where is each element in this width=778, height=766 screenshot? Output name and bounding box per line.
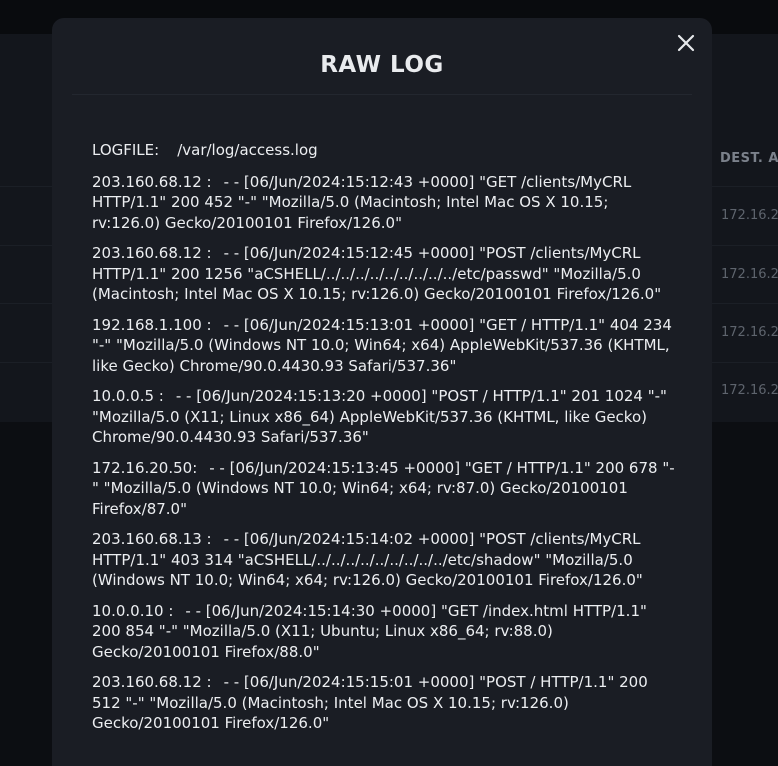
page: DEST. A 172.16.2 172.16.2 172.16.2 172.1… (0, 0, 778, 766)
log-entry: 203.160.68.12 :- - [06/Jun/2024:15:12:43… (92, 172, 677, 234)
background-column-header: DEST. A (720, 151, 778, 166)
log-entry-ip: 192.168.1.100 : (92, 315, 212, 334)
background-table-cell: 172.16.2 (721, 208, 778, 223)
modal-divider (72, 94, 692, 95)
log-entry-ip: 10.0.0.5 : (92, 387, 164, 405)
log-entry-ip: 203.160.68.12 : (92, 172, 212, 191)
background-table-cell: 172.16.2 (721, 325, 778, 340)
log-content: LOGFILE: /var/log/access.log 203.160.68.1… (92, 140, 677, 744)
logfile-line: LOGFILE: /var/log/access.log (92, 140, 677, 161)
log-entry-ip: 203.160.68.13 : (92, 530, 212, 548)
log-entry: 203.160.68.12 :- - [06/Jun/2024:15:12:45… (92, 243, 677, 305)
log-entry-ip: 203.160.68.12 : (92, 673, 212, 691)
log-entry-ip: 172.16.20.50: (92, 458, 198, 477)
log-entry-ip: 203.160.68.12 : (92, 244, 212, 262)
log-entry: 10.0.0.10 :- - [06/Jun/2024:15:14:30 +00… (92, 601, 677, 663)
close-icon (677, 34, 695, 52)
log-entry: 10.0.0.5 :- - [06/Jun/2024:15:13:20 +000… (92, 386, 677, 448)
logfile-label: LOGFILE: (92, 141, 160, 159)
log-entry-text: - - [06/Jun/2024:15:13:20 +0000] "POST /… (92, 387, 667, 446)
modal-title: RAW LOG (320, 52, 444, 78)
log-entry: 192.168.1.100 :- - [06/Jun/2024:15:13:01… (92, 315, 677, 377)
log-entry: 203.160.68.12 :- - [06/Jun/2024:15:15:01… (92, 672, 677, 734)
logfile-path: /var/log/access.log (177, 141, 318, 159)
log-entry-ip: 10.0.0.10 : (92, 601, 174, 620)
log-entry: 203.160.68.13 :- - [06/Jun/2024:15:14:02… (92, 529, 677, 591)
log-entry: 172.16.20.50: - - [06/Jun/2024:15:13:45 +… (92, 458, 677, 520)
background-table-cell: 172.16.2 (721, 267, 778, 282)
background-table-cell: 172.16.2 (721, 383, 778, 398)
log-entry-text: - - [06/Jun/2024:15:14:30 +0000] "GET /i… (92, 601, 647, 661)
raw-log-modal: RAW LOG LOGFILE: /var/log/access.log 203.… (52, 18, 712, 766)
